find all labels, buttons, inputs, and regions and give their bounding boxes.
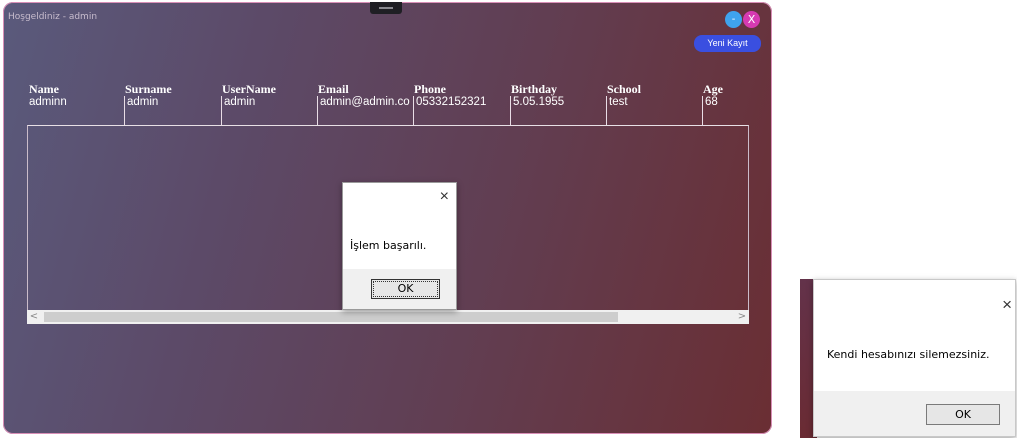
cell-username[interactable]: admin — [221, 96, 317, 126]
column-header-age[interactable]: Age — [703, 82, 723, 97]
success-dialog: × İşlem başarılı. OK — [342, 182, 457, 310]
ok-button[interactable]: OK — [926, 404, 1000, 425]
cell-surname[interactable]: admin — [124, 96, 221, 126]
table-row[interactable]: adminn admin admin admin@admin.co 053321… — [27, 96, 749, 126]
column-header-name[interactable]: Name — [29, 82, 59, 97]
column-header-surname[interactable]: Surname — [125, 82, 172, 97]
cell-school[interactable]: test — [606, 96, 702, 126]
cell-age[interactable]: 68 — [702, 96, 749, 126]
dialog-message: İşlem başarılı. — [350, 239, 427, 252]
cell-phone[interactable]: 05332152321 — [413, 96, 510, 126]
column-header-birthday[interactable]: Birthday — [511, 82, 557, 97]
cell-name[interactable]: adminn — [27, 96, 124, 126]
drag-handle[interactable] — [370, 2, 402, 14]
column-header-email[interactable]: Email — [318, 82, 349, 97]
ok-button[interactable]: OK — [371, 279, 440, 299]
grid-header: Name Surname UserName Email Phone Birthd… — [27, 82, 749, 96]
column-header-school[interactable]: School — [607, 82, 641, 97]
close-button[interactable]: X — [743, 11, 760, 28]
close-icon[interactable]: × — [440, 188, 449, 206]
cell-email[interactable]: admin@admin.co — [317, 96, 413, 126]
minimize-button[interactable]: - — [725, 11, 742, 28]
dialog-footer: OK — [343, 269, 456, 309]
scroll-right-icon[interactable]: > — [735, 310, 749, 324]
column-header-username[interactable]: UserName — [222, 82, 276, 97]
scroll-left-icon[interactable]: < — [27, 310, 41, 324]
cell-birthday[interactable]: 5.05.1955 — [510, 96, 606, 126]
horizontal-scrollbar[interactable]: < > — [27, 310, 749, 324]
welcome-label: Hoşgeldiniz - admin — [8, 12, 98, 22]
dialog-footer: OK — [814, 391, 1015, 436]
dialog-message: Kendi hesabınızı silemezsiniz. — [827, 348, 990, 361]
close-icon[interactable]: × — [1002, 295, 1012, 315]
new-record-button[interactable]: Yeni Kayıt — [694, 35, 761, 52]
main-window: Hoşgeldiniz - admin - X Yeni Kayıt Name … — [3, 2, 772, 434]
column-header-phone[interactable]: Phone — [414, 82, 446, 97]
scrollbar-thumb[interactable] — [44, 312, 618, 322]
error-dialog: × Kendi hesabınızı silemezsiniz. OK — [813, 279, 1016, 437]
